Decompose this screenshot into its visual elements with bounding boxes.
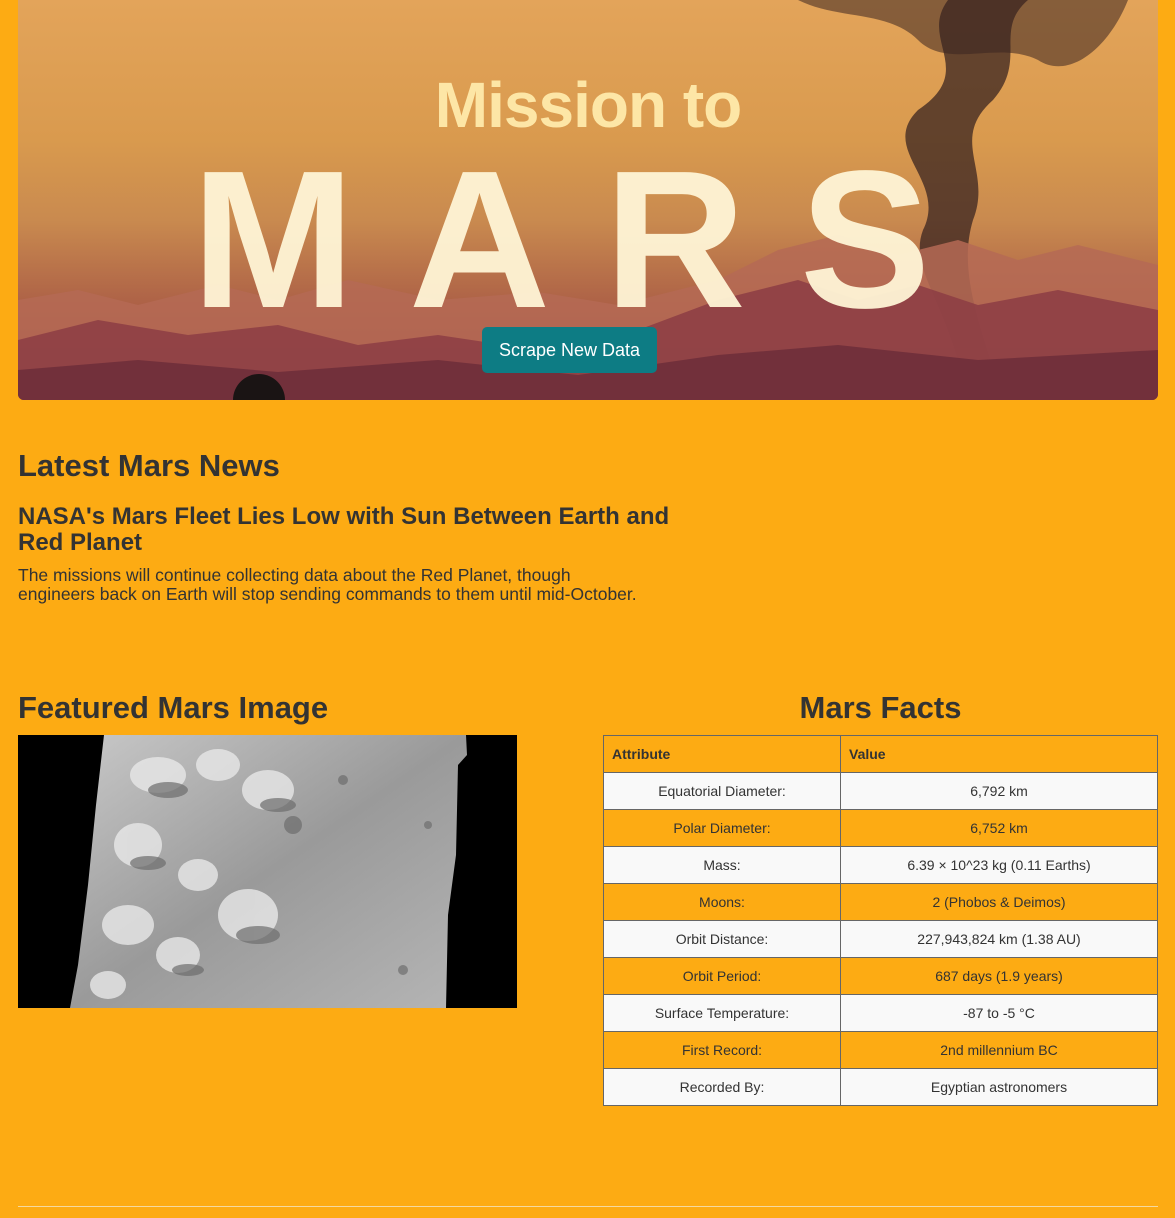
attribute-cell: Mass: xyxy=(603,846,841,884)
attribute-cell: Equatorial Diameter: xyxy=(603,772,841,810)
attribute-cell: Recorded By: xyxy=(603,1068,841,1106)
news-section-heading: Latest Mars News xyxy=(18,448,280,483)
value-cell: 2 (Phobos & Deimos) xyxy=(840,883,1158,921)
table-row: First Record: 2nd millennium BC xyxy=(603,1031,1158,1069)
value-cell: 6,792 km xyxy=(840,772,1158,810)
mars-facts-table: Attribute Value Equatorial Diameter: 6,7… xyxy=(603,735,1158,1106)
column-header: Attribute xyxy=(603,735,841,773)
attribute-cell: Orbit Period: xyxy=(603,957,841,995)
table-row: Orbit Period: 687 days (1.9 years) xyxy=(603,957,1158,995)
table-row: Polar Diameter: 6,752 km xyxy=(603,809,1158,847)
attribute-cell: Surface Temperature: xyxy=(603,994,841,1032)
attribute-cell: Orbit Distance: xyxy=(603,920,841,958)
table-row: Equatorial Diameter: 6,792 km xyxy=(603,772,1158,810)
mars-facts-heading: Mars Facts xyxy=(799,690,962,725)
table-row: Moons: 2 (Phobos & Deimos) xyxy=(603,883,1158,921)
attribute-cell: Moons: xyxy=(603,883,841,921)
value-cell: 227,943,824 km (1.38 AU) xyxy=(840,920,1158,958)
featured-image-heading: Featured Mars Image xyxy=(18,690,329,725)
value-cell: 6.39 × 10^23 kg (0.11 Earths) xyxy=(840,846,1158,884)
attribute-cell: First Record: xyxy=(603,1031,841,1069)
value-cell: -87 to -5 °C xyxy=(840,994,1158,1032)
footer-divider xyxy=(18,1206,1158,1207)
news-title: NASA's Mars Fleet Lies Low with Sun Betw… xyxy=(18,503,670,556)
value-cell: 687 days (1.9 years) xyxy=(840,957,1158,995)
page: Mission to MARS Scrape New Data Latest M… xyxy=(0,0,1175,1218)
table-row: Recorded By: Egyptian astronomers xyxy=(603,1068,1158,1106)
column-header: Value xyxy=(840,735,1158,773)
attribute-cell: Polar Diameter: xyxy=(603,809,841,847)
table-row: Orbit Distance: 227,943,824 km (1.38 AU) xyxy=(603,920,1158,958)
news-paragraph: The missions will continue collecting da… xyxy=(18,565,637,604)
table-header-row: Attribute Value xyxy=(603,735,1158,773)
value-cell: 2nd millennium BC xyxy=(840,1031,1158,1069)
hero-title: MARS xyxy=(191,130,985,349)
value-cell: 6,752 km xyxy=(840,809,1158,847)
table-row: Mass: 6.39 × 10^23 kg (0.11 Earths) xyxy=(603,846,1158,884)
scrape-new-data-button[interactable]: Scrape New Data xyxy=(482,327,657,373)
value-cell: Egyptian astronomers xyxy=(840,1068,1158,1106)
table-row: Surface Temperature: -87 to -5 °C xyxy=(603,994,1158,1032)
featured-mars-image xyxy=(18,735,517,1008)
